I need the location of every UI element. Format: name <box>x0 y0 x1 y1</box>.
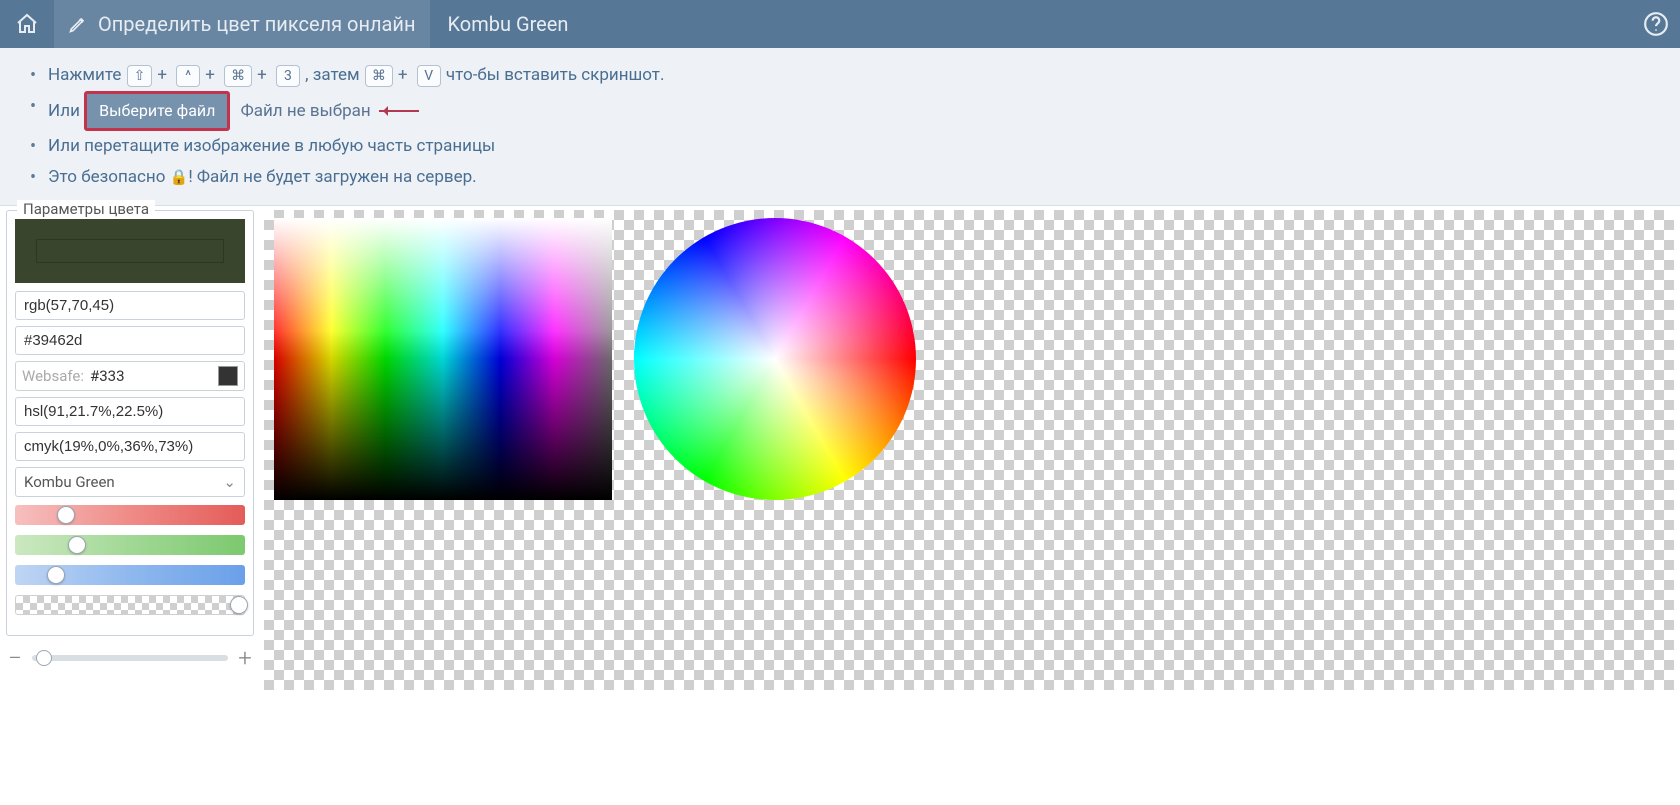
choose-file-button[interactable]: Выберите файл <box>84 91 230 132</box>
instruction-line-2: Или Выберите файл Файл не выбран <box>8 91 1672 132</box>
hex-field[interactable] <box>15 326 245 355</box>
zoom-out-button[interactable]: − <box>6 644 24 672</box>
zoom-in-button[interactable]: + <box>236 644 254 672</box>
panel-legend: Параметры цвета <box>17 200 155 218</box>
help-icon <box>1643 11 1669 37</box>
plus: + <box>205 65 215 85</box>
text: Это безопасно <box>48 167 165 187</box>
plus: + <box>398 65 408 85</box>
color-name-value: Kombu Green <box>24 473 115 491</box>
pencil-icon <box>68 14 88 34</box>
image-canvas[interactable] <box>264 210 1674 690</box>
chevron-down-icon: ⌄ <box>223 473 236 491</box>
text: Или <box>48 101 80 121</box>
instruction-line-1: Нажмите ⇧+ ^+ ⌘+ 3 , затем ⌘+ V что-бы в… <box>8 60 1672 91</box>
zoom-slider[interactable] <box>32 655 228 661</box>
color-swatch-inner <box>36 239 224 263</box>
red-slider[interactable] <box>15 505 245 525</box>
key-ctrl: ^ <box>176 65 200 87</box>
hsl-field[interactable] <box>15 397 245 426</box>
text: Нажмите <box>48 65 121 85</box>
websafe-value: #333 <box>90 367 212 385</box>
header-color-name: Kombu Green <box>430 12 587 36</box>
gradient-square-sample[interactable] <box>274 218 612 500</box>
instructions-panel: Нажмите ⇧+ ^+ ⌘+ 3 , затем ⌘+ V что-бы в… <box>0 48 1680 206</box>
color-wheel-sample[interactable] <box>634 218 916 500</box>
left-column: Параметры цвета Websafe: #333 Kombu Gree… <box>6 210 254 672</box>
green-slider-thumb[interactable] <box>68 536 86 554</box>
green-slider[interactable] <box>15 535 245 555</box>
zoom-slider-thumb[interactable] <box>36 650 52 666</box>
text: , затем <box>305 65 359 85</box>
blue-slider[interactable] <box>15 565 245 585</box>
cmyk-field[interactable] <box>15 432 245 461</box>
page-title: Определить цвет пикселя онлайн <box>98 12 416 36</box>
instruction-line-4: Это безопасно 🔒! Файл не будет загружен … <box>8 162 1672 193</box>
zoom-slider-row: − + <box>6 644 254 672</box>
websafe-swatch <box>218 366 238 386</box>
topbar: Определить цвет пикселя онлайн Kombu Gre… <box>0 0 1680 48</box>
key-3: 3 <box>276 65 300 87</box>
key-v: V <box>417 65 441 87</box>
home-icon <box>15 12 39 36</box>
alpha-slider-thumb[interactable] <box>230 596 248 614</box>
file-status: Файл не выбран <box>241 101 371 121</box>
color-name-select[interactable]: Kombu Green ⌄ <box>15 467 245 497</box>
key-cmd: ⌘ <box>224 65 252 87</box>
plus: + <box>157 65 167 85</box>
color-swatch[interactable] <box>15 219 245 283</box>
key-cmd2: ⌘ <box>365 65 393 87</box>
text: ! Файл не будет загружен на сервер. <box>188 167 476 187</box>
lock-icon: 🔒 <box>170 168 189 186</box>
key-shift: ⇧ <box>127 65 153 87</box>
help-button[interactable] <box>1632 0 1680 48</box>
main-area: Параметры цвета Websafe: #333 Kombu Gree… <box>0 206 1680 694</box>
websafe-row[interactable]: Websafe: #333 <box>15 361 245 391</box>
alpha-slider[interactable] <box>15 595 245 615</box>
instruction-line-3: Или перетащите изображение в любую часть… <box>8 131 1672 162</box>
color-parameters-panel: Параметры цвета Websafe: #333 Kombu Gree… <box>6 210 254 636</box>
home-button[interactable] <box>0 0 54 48</box>
plus: + <box>257 65 267 85</box>
rgb-field[interactable] <box>15 291 245 320</box>
text: что-бы вставить скриншот. <box>446 65 665 85</box>
annotation-arrow-icon <box>379 110 419 112</box>
page-title-block: Определить цвет пикселя онлайн <box>54 0 430 48</box>
websafe-label: Websafe: <box>22 367 84 385</box>
blue-slider-thumb[interactable] <box>47 566 65 584</box>
red-slider-thumb[interactable] <box>57 506 75 524</box>
